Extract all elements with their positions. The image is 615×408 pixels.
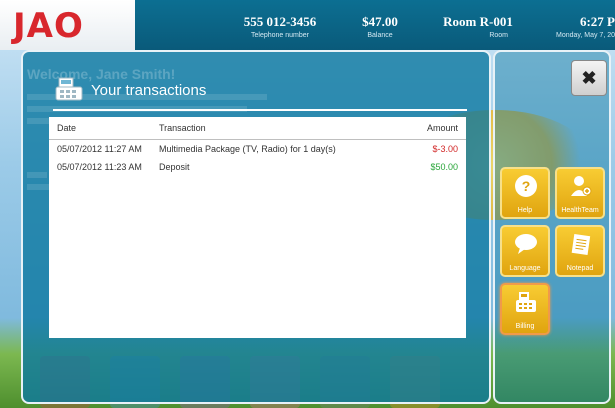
phone-label: Telephone number bbox=[251, 32, 309, 39]
transactions-table: Date Transaction Amount 05/07/2012 11:27… bbox=[49, 117, 466, 338]
svg-text:?: ? bbox=[522, 178, 531, 194]
column-transaction: Transaction bbox=[151, 117, 390, 140]
balance-stat: $47.00 Balance bbox=[350, 14, 410, 39]
row-date: 05/07/2012 11:27 AM bbox=[57, 144, 142, 154]
background-text-line bbox=[27, 184, 51, 190]
notepad-button[interactable]: Notepad bbox=[555, 225, 605, 277]
row-date: 05/07/2012 11:23 AM bbox=[57, 162, 142, 172]
column-amount: Amount bbox=[390, 117, 466, 140]
notepad-label: Notepad bbox=[566, 265, 594, 272]
language-label: Language bbox=[509, 265, 541, 272]
billing-label: Billing bbox=[515, 323, 535, 330]
phone-stat: 555 012-3456 Telephone number bbox=[240, 14, 320, 39]
help-button[interactable]: ? Help bbox=[500, 167, 550, 219]
room-stat: Room R-001 Room bbox=[438, 14, 518, 39]
language-button[interactable]: Language bbox=[500, 225, 550, 277]
transactions-panel: Welcome, Jane Smith! Your transactions D… bbox=[21, 50, 491, 404]
table-row[interactable]: 05/07/2012 11:23 AM Deposit $50.00 bbox=[49, 158, 466, 176]
billing-button[interactable]: Billing bbox=[500, 283, 550, 335]
balance-label: Balance bbox=[367, 32, 393, 39]
row-amount: $50.00 bbox=[430, 162, 458, 172]
logo-text: JAO bbox=[13, 6, 84, 46]
room-label: Room bbox=[489, 32, 508, 39]
notepad-icon bbox=[571, 233, 591, 256]
clock-time: 6:27 P bbox=[579, 14, 615, 29]
health-team-button[interactable]: HealthTeam bbox=[555, 167, 605, 219]
row-amount: $-3.00 bbox=[432, 144, 458, 154]
table-header-row: Date Transaction Amount bbox=[49, 117, 466, 140]
top-bar: JAO 555 012-3456 Telephone number $47.00… bbox=[0, 0, 615, 50]
help-icon: ? bbox=[515, 175, 537, 197]
side-dock: ✖ ? Help HealthTeam Language Notepad Bil… bbox=[493, 50, 611, 404]
health-team-label: HealthTeam bbox=[561, 207, 599, 214]
health-team-icon bbox=[571, 176, 592, 196]
help-label: Help bbox=[517, 207, 533, 214]
row-transaction: Deposit bbox=[159, 162, 190, 172]
table-row[interactable]: 05/07/2012 11:27 AM Multimedia Package (… bbox=[49, 140, 466, 159]
close-button[interactable]: ✖ bbox=[571, 60, 607, 96]
room-value: Room R-001 bbox=[443, 14, 513, 29]
billing-icon bbox=[516, 292, 536, 312]
background-text-line bbox=[27, 172, 47, 178]
cash-register-icon bbox=[53, 75, 85, 103]
panel-header: Your transactions bbox=[53, 75, 467, 111]
clock-date: Monday, May 7, 20 bbox=[555, 32, 615, 39]
row-transaction: Multimedia Package (TV, Radio) for 1 day… bbox=[159, 144, 336, 154]
close-icon: ✖ bbox=[581, 67, 597, 88]
column-date: Date bbox=[49, 117, 151, 140]
logo: JAO bbox=[0, 0, 135, 50]
balance-value: $47.00 bbox=[362, 14, 398, 29]
clock-stat: 6:27 P Monday, May 7, 20 bbox=[552, 14, 615, 39]
panel-title: Your transactions bbox=[91, 82, 207, 99]
speech-bubble-icon bbox=[515, 234, 537, 254]
phone-number: 555 012-3456 bbox=[243, 14, 317, 29]
